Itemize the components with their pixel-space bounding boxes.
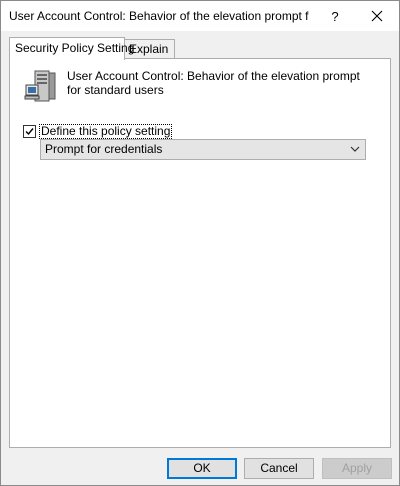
help-button[interactable]: ? (313, 1, 357, 31)
define-policy-checkbox[interactable] (23, 124, 36, 138)
cancel-button[interactable]: Cancel (244, 458, 314, 479)
ok-button[interactable]: OK (167, 458, 237, 479)
chevron-down-icon (350, 146, 360, 152)
apply-button[interactable]: Apply (322, 458, 392, 479)
policy-title: User Account Control: Behavior of the el… (67, 69, 360, 97)
checkmark-icon (25, 127, 34, 135)
close-icon (371, 10, 383, 22)
elevation-prompt-dropdown[interactable]: Prompt for credentials (40, 139, 366, 160)
close-button[interactable] (355, 1, 399, 31)
policy-dialog-window: User Account Control: Behavior of the el… (0, 0, 400, 486)
dropdown-selected-value: Prompt for credentials (45, 142, 163, 156)
define-policy-label[interactable]: Define this policy setting (39, 123, 173, 139)
define-policy-checkbox-row[interactable]: Define this policy setting (23, 123, 173, 139)
window-title: User Account Control: Behavior of the el… (9, 9, 309, 23)
tab-panel-security-policy-setting: User Account Control: Behavior of the el… (9, 58, 391, 448)
server-computer-icon (23, 69, 59, 105)
title-bar: User Account Control: Behavior of the el… (1, 1, 399, 31)
tab-security-policy-setting[interactable]: Security Policy Setting (9, 37, 134, 60)
